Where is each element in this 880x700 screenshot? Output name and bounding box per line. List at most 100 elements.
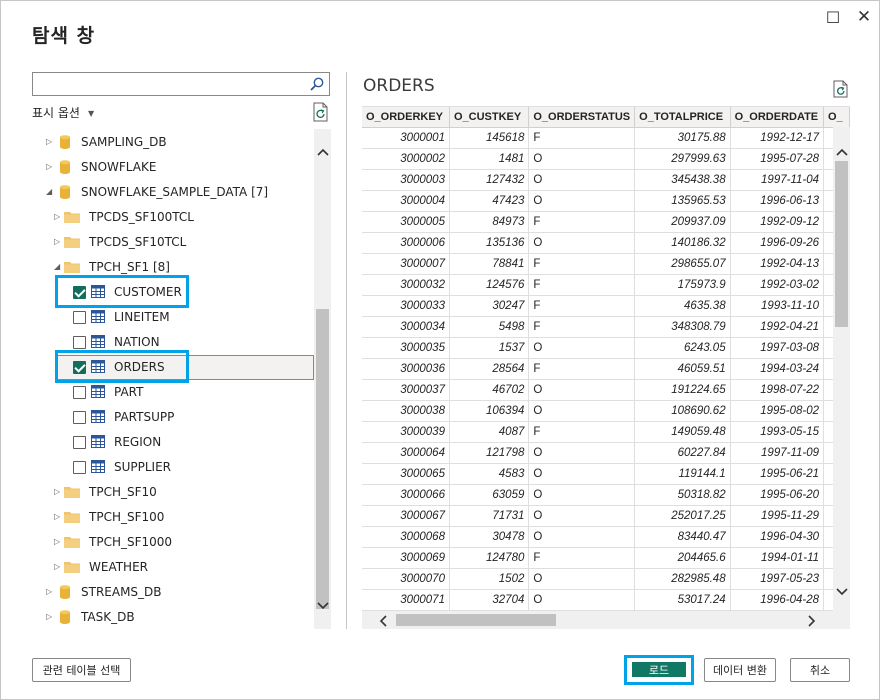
chevron-right-icon[interactable]: ▷ — [46, 612, 54, 622]
tree-item[interactable]: ▷ SAMPLING_DB — [32, 129, 314, 154]
chevron-right-icon[interactable]: ▷ — [54, 512, 62, 522]
table-cell: 32704 — [449, 589, 530, 611]
table-cell: 1994-01-11 — [730, 547, 825, 569]
tree-item[interactable]: ▷ TPCH_SF100 — [32, 504, 314, 529]
table-cell: 4087 — [449, 421, 530, 443]
tree-item[interactable]: ▷ TASK_DB — [32, 604, 314, 629]
table-cell: 1997-05-23 — [730, 568, 825, 590]
tree-item-label: SNOWFLAKE — [81, 160, 157, 174]
chevron-right-icon[interactable]: ▷ — [54, 212, 62, 222]
table-checkbox[interactable] — [73, 461, 86, 474]
select-related-tables-button[interactable]: 관련 테이블 선택 — [32, 658, 131, 682]
display-options-label: 표시 옵션 — [32, 106, 80, 120]
tree-item[interactable]: ▷ WEATHER — [32, 554, 314, 579]
table-cell: 348308.79 — [634, 316, 731, 338]
scroll-down-icon[interactable] — [314, 597, 331, 614]
tree-item[interactable]: PART — [32, 379, 314, 404]
preview-vertical-thumb[interactable] — [835, 161, 848, 327]
search-input[interactable] — [33, 73, 303, 95]
tree-item-label: TPCH_SF10 — [89, 485, 157, 499]
table-cell: 46059.51 — [634, 358, 731, 380]
table-cell: 60227.84 — [634, 442, 731, 464]
table-cell: 3000070 — [362, 568, 450, 590]
scroll-up-icon[interactable] — [314, 143, 331, 160]
folder-icon — [64, 212, 80, 223]
tree-item[interactable]: ORDERS — [32, 350, 314, 383]
chevron-right-icon[interactable]: ▷ — [54, 562, 62, 572]
scroll-right-icon[interactable] — [803, 612, 820, 629]
display-options-dropdown[interactable]: 표시 옵션 ▼ — [32, 104, 94, 121]
transform-data-button[interactable]: 데이터 변환 — [704, 658, 776, 682]
table-cell: F — [528, 316, 636, 338]
chevron-right-icon[interactable]: ▷ — [54, 487, 62, 497]
tree-item[interactable]: ◢ SNOWFLAKE_SAMPLE_DATA [7] — [32, 179, 314, 204]
tree-item[interactable]: ▷ TPCDS_SF100TCL — [32, 204, 314, 229]
tree-item[interactable]: CUSTOMER — [32, 275, 314, 308]
column-header[interactable]: O_TOTALPRICE — [634, 107, 731, 128]
chevron-expanded-icon[interactable]: ◢ — [46, 187, 54, 197]
table-checkbox[interactable] — [73, 386, 86, 399]
tree-item[interactable]: SUPPLIER — [32, 454, 314, 479]
cancel-button[interactable]: 취소 — [790, 658, 850, 682]
table-cell: 135136 — [449, 232, 530, 254]
preview-grid[interactable]: O_ORDERKEY O_CUSTKEY O_ORDERSTATUS O_TOTALP… — [362, 106, 850, 629]
column-header[interactable]: O_ — [823, 107, 850, 128]
database-icon — [60, 585, 70, 599]
tree-item[interactable]: ▷ SNOWFLAKE — [32, 154, 314, 179]
table-checkbox[interactable] — [73, 436, 86, 449]
tree-item-label: LINEITEM — [114, 310, 170, 324]
tree-item[interactable]: PARTSUPP — [32, 404, 314, 429]
tree-item[interactable]: LINEITEM — [32, 304, 314, 329]
load-button[interactable]: 로드 — [632, 662, 686, 677]
scroll-up-icon[interactable] — [833, 143, 850, 160]
chevron-down-icon: ▼ — [87, 109, 95, 118]
preview-horizontal-thumb[interactable] — [396, 614, 556, 626]
table-checkbox[interactable] — [73, 311, 86, 324]
tree-item[interactable]: REGION — [32, 429, 314, 454]
refresh-icon[interactable] — [312, 102, 330, 122]
tree-item[interactable]: ▷ TPCDS_SF10TCL — [32, 229, 314, 254]
table-cell: F — [528, 211, 636, 233]
chevron-right-icon[interactable]: ▷ — [46, 162, 54, 172]
table-cell: 50318.82 — [634, 484, 731, 506]
table-checkbox[interactable] — [73, 411, 86, 424]
column-header[interactable]: O_ORDERDATE — [730, 107, 825, 128]
table-row: 3000004 47423 O 135965.53 1996-06-13 — [362, 190, 850, 212]
table-row: 3000007 78841 F 298655.07 1992-04-13 — [362, 253, 850, 275]
column-header[interactable]: O_ORDERKEY — [362, 107, 450, 128]
tree-scrollbar-thumb[interactable] — [316, 309, 329, 609]
chevron-expanded-icon[interactable]: ◢ — [54, 262, 62, 272]
tree-item[interactable]: ▷ TPCH_SF10 — [32, 479, 314, 504]
folder-icon — [64, 512, 80, 523]
preview-vertical-scrollbar[interactable] — [833, 127, 850, 611]
maximize-icon[interactable]: ☐ — [823, 7, 843, 27]
table-cell: F — [528, 358, 636, 380]
refresh-icon[interactable] — [833, 80, 849, 98]
table-row: 3000034 5498 F 348308.79 1992-04-21 — [362, 316, 850, 338]
close-icon[interactable]: ✕ — [854, 7, 874, 27]
search-icon[interactable] — [309, 76, 325, 92]
table-cell: 71731 — [449, 505, 530, 527]
table-cell: O — [528, 232, 636, 254]
column-header[interactable]: O_CUSTKEY — [449, 107, 530, 128]
tree-item[interactable]: ▷ STREAMS_DB — [32, 579, 314, 604]
table-cell: 1992-04-21 — [730, 316, 825, 338]
scroll-down-icon[interactable] — [833, 583, 850, 600]
chevron-right-icon[interactable]: ▷ — [54, 537, 62, 547]
column-header[interactable]: O_ORDERSTATUS — [528, 107, 636, 128]
scroll-left-icon[interactable] — [374, 612, 391, 629]
tree-item[interactable]: ▷ TPCH_SF1000 — [32, 529, 314, 554]
table-cell: 124576 — [449, 274, 530, 296]
table-cell: 135965.53 — [634, 190, 731, 212]
table-checkbox[interactable] — [73, 336, 86, 349]
chevron-right-icon[interactable]: ▷ — [46, 137, 54, 147]
table-cell: O — [528, 526, 636, 548]
table-cell: 1481 — [449, 148, 530, 170]
table-cell: O — [528, 463, 636, 485]
preview-horizontal-scrollbar[interactable] — [362, 611, 850, 629]
table-cell: 121798 — [449, 442, 530, 464]
table-cell: 3000033 — [362, 295, 450, 317]
tree-scrollbar[interactable] — [314, 129, 331, 629]
chevron-right-icon[interactable]: ▷ — [54, 237, 62, 247]
chevron-right-icon[interactable]: ▷ — [46, 587, 54, 597]
